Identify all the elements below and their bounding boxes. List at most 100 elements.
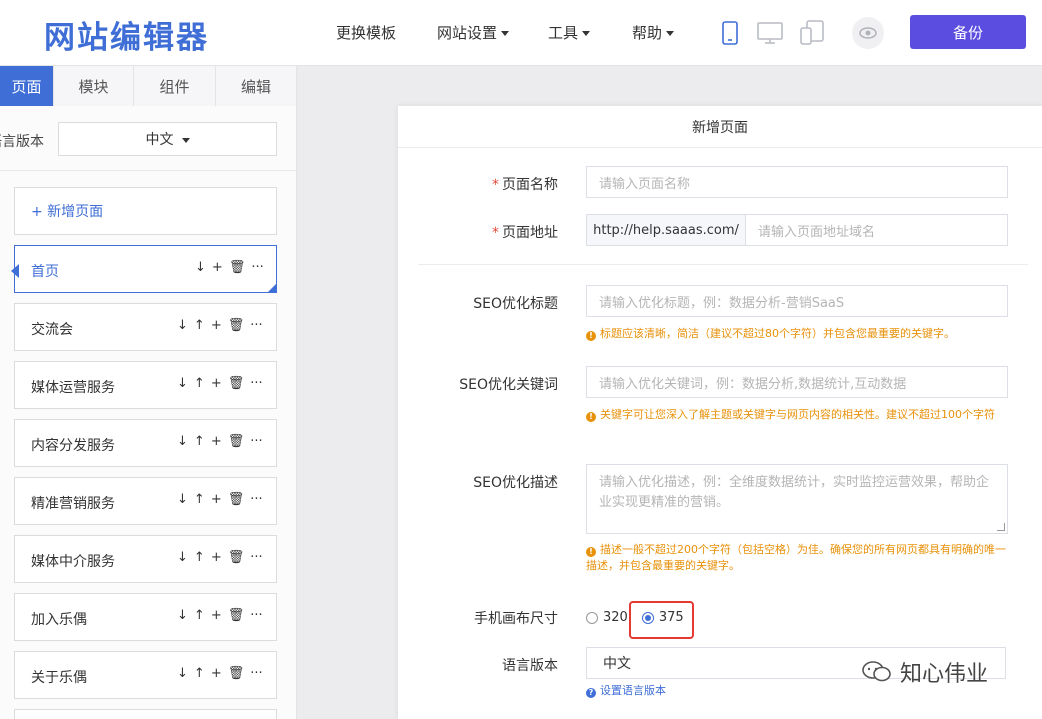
move-up-icon[interactable]: ↑ [194, 376, 205, 391]
divider [0, 170, 297, 171]
page-actions: ↓ ↑ + 🗑 ··· [177, 608, 263, 623]
page-actions: ↓ ↑ + 🗑 ··· [177, 434, 263, 449]
tab-pages[interactable]: 页面 [0, 66, 54, 106]
more-icon[interactable]: ··· [251, 260, 263, 275]
page-item[interactable]: 精准营销服务 ↓ ↑ + 🗑 ··· [14, 477, 277, 525]
menu-change-template[interactable]: 更换模板 [336, 22, 396, 43]
label-text: 页面地址 [502, 225, 558, 241]
page-item[interactable]: 媒体中介服务 ↓ ↑ + 🗑 ··· [14, 535, 277, 583]
page-item[interactable] [14, 709, 277, 719]
more-icon[interactable]: ··· [250, 318, 262, 333]
add-icon[interactable]: + [211, 666, 222, 681]
eye-icon[interactable] [852, 17, 884, 49]
page-item[interactable]: 交流会 ↓ ↑ + 🗑 ··· [14, 303, 277, 351]
move-down-icon[interactable]: ↓ [177, 318, 188, 333]
mobile-icon[interactable] [716, 19, 744, 47]
trash-icon[interactable]: 🗑 [228, 434, 245, 449]
add-icon[interactable]: + [211, 434, 222, 449]
radio-320[interactable] [586, 611, 598, 624]
tab-modules[interactable]: 模块 [54, 66, 134, 106]
menu-help[interactable]: 帮助 [632, 22, 675, 43]
more-icon[interactable]: ··· [250, 434, 262, 449]
add-page-button[interactable]: + 新增页面 [14, 187, 277, 235]
page-url-input[interactable]: 请输入页面地址域名 [746, 214, 1008, 246]
trash-icon[interactable]: 🗑 [228, 376, 245, 391]
move-up-icon[interactable]: ↑ [194, 608, 205, 623]
page-name-label: * 页面名称 [418, 174, 558, 194]
menu-tools[interactable]: 工具 [548, 22, 591, 43]
more-icon[interactable]: ··· [250, 550, 262, 565]
seo-title-input[interactable]: 请输入优化标题，例：数据分析-营销SaaS [586, 285, 1008, 317]
selected-corner-icon [267, 283, 277, 293]
move-up-icon[interactable]: ↑ [194, 434, 205, 449]
seo-desc-hint: ! 描述一般不超过200个字符（包括空格）为佳。确保您的所有网页都具有明确的唯一描… [586, 542, 1006, 574]
add-icon[interactable]: + [211, 608, 222, 623]
more-icon[interactable]: ··· [250, 376, 262, 391]
page-name-input[interactable]: 请输入页面名称 [586, 166, 1008, 198]
page-item[interactable]: 关于乐偶 ↓ ↑ + 🗑 ··· [14, 651, 277, 699]
more-icon[interactable]: ··· [250, 492, 262, 507]
page-name: 媒体运营服务 [31, 380, 115, 396]
more-icon[interactable]: ··· [250, 666, 262, 681]
required-mark: * [492, 177, 499, 193]
menu-site-settings[interactable]: 网站设置 [437, 22, 510, 43]
warning-icon: ! [586, 547, 596, 557]
trash-icon[interactable]: 🗑 [228, 492, 245, 507]
help-icon: ? [586, 688, 596, 698]
add-icon[interactable]: + [211, 376, 222, 391]
textarea-placeholder: 请输入优化描述，例：全维度数据统计，实时监控运营效果，帮助企业实现更精准的营销。 [599, 475, 990, 510]
chat-bubble-icon [862, 660, 892, 684]
language-label: 语言版本 [0, 134, 44, 150]
required-mark: * [492, 225, 499, 241]
seo-keywords-input[interactable]: 请输入优化关键词，例：数据分析,数据统计,互动数据 [586, 366, 1008, 398]
move-up-icon[interactable]: ↑ [194, 666, 205, 681]
add-icon[interactable]: + [211, 318, 222, 333]
trash-icon[interactable]: 🗑 [228, 666, 245, 681]
move-down-icon[interactable]: ↓ [177, 492, 188, 507]
trash-icon[interactable]: 🗑 [229, 260, 246, 275]
hint-text: 设置语言版本 [600, 684, 666, 697]
trash-icon[interactable]: 🗑 [228, 608, 245, 623]
trash-icon[interactable]: 🗑 [228, 550, 245, 565]
tablet-icon[interactable] [798, 19, 826, 47]
tab-components[interactable]: 组件 [134, 66, 216, 106]
trash-icon[interactable]: 🗑 [228, 318, 245, 333]
page-item-home[interactable]: 首页 ↓ + 🗑 ··· [11, 245, 277, 293]
page-item[interactable]: 内容分发服务 ↓ ↑ + 🗑 ··· [14, 419, 277, 467]
watermark: 知心伟业 [862, 656, 988, 688]
menu-label: 网站设置 [437, 24, 498, 42]
move-down-icon[interactable]: ↓ [195, 260, 206, 275]
page-item[interactable]: 加入乐偶 ↓ ↑ + 🗑 ··· [14, 593, 277, 641]
hint-text: 关键字可让您深入了解主题或关键字与网页内容的相关性。建议不超过100个字符 [600, 408, 995, 421]
move-down-icon[interactable]: ↓ [177, 434, 188, 449]
language-row: 语言版本 中文 [0, 122, 297, 158]
language-select[interactable]: 中文 [58, 122, 277, 156]
add-icon[interactable]: + [212, 260, 223, 275]
move-down-icon[interactable]: ↓ [177, 376, 188, 391]
add-icon[interactable]: + [211, 492, 222, 507]
page-name: 首页 [31, 264, 59, 280]
label-text: 页面名称 [502, 177, 558, 193]
warning-icon: ! [586, 331, 596, 341]
more-icon[interactable]: ··· [250, 608, 262, 623]
move-down-icon[interactable]: ↓ [177, 666, 188, 681]
move-up-icon[interactable]: ↑ [194, 318, 205, 333]
top-toolbar: 网站编辑器 更换模板 网站设置 工具 帮助 备份 [0, 0, 1042, 66]
page-name: 媒体中介服务 [31, 554, 115, 570]
tab-edit[interactable]: 编辑 [216, 66, 297, 106]
seo-desc-textarea[interactable]: 请输入优化描述，例：全维度数据统计，实时监控运营效果，帮助企业实现更精准的营销。 [586, 464, 1008, 534]
desktop-icon[interactable] [756, 19, 784, 47]
backup-button[interactable]: 备份 [910, 15, 1026, 49]
menu-label: 帮助 [632, 24, 663, 42]
move-down-icon[interactable]: ↓ [177, 608, 188, 623]
seo-desc-label: SEO优化描述 [473, 475, 558, 491]
chevron-down-icon [181, 137, 190, 143]
add-icon[interactable]: + [211, 550, 222, 565]
resize-handle-icon[interactable] [997, 523, 1005, 531]
move-down-icon[interactable]: ↓ [177, 550, 188, 565]
move-up-icon[interactable]: ↑ [194, 550, 205, 565]
page-name: 交流会 [31, 322, 73, 338]
new-page-dialog: 新增页面 * 页面名称 请输入页面名称 * 页面地址 http://help.saa… [398, 106, 1042, 719]
page-item[interactable]: 媒体运营服务 ↓ ↑ + 🗑 ··· [14, 361, 277, 409]
move-up-icon[interactable]: ↑ [194, 492, 205, 507]
